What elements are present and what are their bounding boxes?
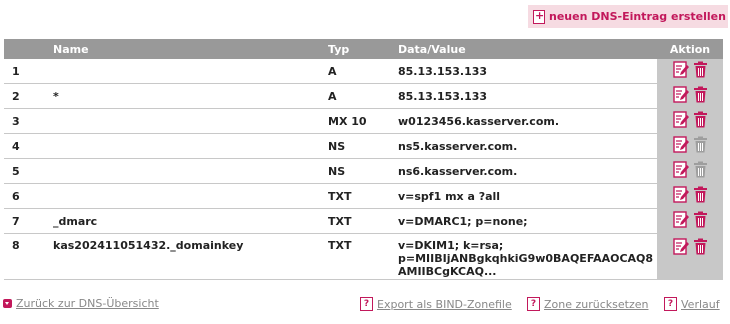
col-typ-header: Typ bbox=[320, 39, 390, 59]
table-header-row: Name Typ Data/Value Aktion bbox=[4, 39, 723, 59]
cell-data-line: AMIIBCgKCAQ... bbox=[398, 265, 497, 278]
cell-aktion bbox=[657, 183, 723, 209]
cell-num: 4 bbox=[4, 133, 45, 159]
help-doc-icon: ? bbox=[527, 297, 540, 311]
cell-data: w0123456.kasserver.com. bbox=[390, 108, 657, 134]
cell-name bbox=[45, 108, 320, 134]
trash-icon[interactable] bbox=[693, 186, 708, 203]
cell-name bbox=[45, 158, 320, 184]
cell-num: 1 bbox=[4, 59, 45, 84]
col-aktion-header: Aktion bbox=[657, 39, 723, 59]
back-to-overview-link[interactable]: Zurück zur DNS-Übersicht bbox=[3, 297, 159, 310]
cell-name: kas202411051432._domainkey bbox=[45, 233, 320, 280]
table-row: 4 NS ns5.kasserver.com. bbox=[4, 133, 723, 159]
cell-name bbox=[45, 133, 320, 159]
edit-icon[interactable] bbox=[672, 186, 689, 203]
edit-icon[interactable] bbox=[672, 61, 689, 78]
new-dns-entry-label: neuen DNS-Eintrag erstellen bbox=[549, 10, 726, 23]
history-link-label[interactable]: Verlauf bbox=[681, 298, 720, 311]
trash-icon bbox=[693, 136, 708, 153]
cell-num: 7 bbox=[4, 208, 45, 234]
edit-icon[interactable] bbox=[672, 161, 689, 178]
cell-data: 85.13.153.133 bbox=[390, 59, 657, 84]
cell-aktion bbox=[657, 208, 723, 234]
table-row: 1 A 85.13.153.133 bbox=[4, 59, 723, 84]
cell-data: ns6.kasserver.com. bbox=[390, 158, 657, 184]
col-name-header: Name bbox=[45, 39, 320, 59]
trash-icon bbox=[693, 161, 708, 178]
cell-data: v=spf1 mx a ?all bbox=[390, 183, 657, 209]
cell-typ: TXT bbox=[320, 208, 390, 234]
edit-icon[interactable] bbox=[672, 111, 689, 128]
reset-zone-link[interactable]: ? Zone zurücksetzen bbox=[527, 297, 648, 311]
cell-aktion bbox=[657, 59, 723, 84]
trash-icon[interactable] bbox=[693, 111, 708, 128]
help-doc-icon: ? bbox=[664, 297, 677, 311]
cell-data-line: p=MIIBIjANBgkqhkiG9w0BAQEFAAOCAQ8 bbox=[398, 252, 654, 265]
table-row: 8 kas202411051432._domainkey TXT v=DKIM1; k… bbox=[4, 233, 723, 280]
trash-icon[interactable] bbox=[693, 61, 708, 78]
trash-icon[interactable] bbox=[693, 238, 708, 255]
cell-num: 5 bbox=[4, 158, 45, 184]
table-row: 5 NS ns6.kasserver.com. bbox=[4, 158, 723, 184]
help-doc-icon: ? bbox=[360, 297, 373, 311]
history-link[interactable]: ? Verlauf bbox=[664, 297, 720, 311]
table-row: 2 * A 85.13.153.133 bbox=[4, 83, 723, 109]
trash-icon[interactable] bbox=[693, 211, 708, 228]
edit-icon[interactable] bbox=[672, 238, 689, 255]
cell-aktion bbox=[657, 108, 723, 134]
table-row: 7 _dmarc TXT v=DMARC1; p=none; bbox=[4, 208, 723, 234]
cell-typ: NS bbox=[320, 158, 390, 184]
cell-aktion bbox=[657, 133, 723, 159]
cell-data: ns5.kasserver.com. bbox=[390, 133, 657, 159]
new-dns-entry-button[interactable]: + neuen DNS-Eintrag erstellen bbox=[528, 5, 728, 28]
cell-typ: A bbox=[320, 59, 390, 84]
trash-icon[interactable] bbox=[693, 86, 708, 103]
cell-aktion bbox=[657, 83, 723, 109]
cell-typ: TXT bbox=[320, 233, 390, 280]
cell-name bbox=[45, 59, 320, 84]
arrow-bullet-icon bbox=[3, 299, 12, 308]
document-plus-icon: + bbox=[533, 8, 545, 24]
cell-typ: A bbox=[320, 83, 390, 109]
cell-num: 2 bbox=[4, 83, 45, 109]
cell-data: 85.13.153.133 bbox=[390, 83, 657, 109]
cell-aktion bbox=[657, 233, 723, 280]
cell-typ: TXT bbox=[320, 183, 390, 209]
cell-data-line: v=DKIM1; k=rsa; bbox=[398, 239, 504, 252]
cell-aktion bbox=[657, 158, 723, 184]
cell-data: v=DMARC1; p=none; bbox=[390, 208, 657, 234]
dns-records-table: Name Typ Data/Value Aktion 1 A 85.13.153.1… bbox=[4, 39, 723, 280]
cell-name: _dmarc bbox=[45, 208, 320, 234]
cell-typ: NS bbox=[320, 133, 390, 159]
export-bind-link[interactable]: ? Export als BIND-Zonefile bbox=[360, 297, 512, 311]
cell-num: 3 bbox=[4, 108, 45, 134]
reset-link-label[interactable]: Zone zurücksetzen bbox=[544, 298, 648, 311]
cell-name bbox=[45, 183, 320, 209]
table-row: 3 MX 10 w0123456.kasserver.com. bbox=[4, 108, 723, 134]
edit-icon[interactable] bbox=[672, 136, 689, 153]
edit-icon[interactable] bbox=[672, 86, 689, 103]
cell-name: * bbox=[45, 83, 320, 109]
table-row: 6 TXT v=spf1 mx a ?all bbox=[4, 183, 723, 209]
col-num-header bbox=[4, 39, 45, 59]
cell-num: 8 bbox=[4, 233, 45, 280]
back-link-label[interactable]: Zurück zur DNS-Übersicht bbox=[16, 297, 159, 310]
cell-num: 6 bbox=[4, 183, 45, 209]
cell-data: v=DKIM1; k=rsa; p=MIIBIjANBgkqhkiG9w0BAQE… bbox=[390, 233, 657, 280]
edit-icon[interactable] bbox=[672, 211, 689, 228]
cell-typ: MX 10 bbox=[320, 108, 390, 134]
export-link-label[interactable]: Export als BIND-Zonefile bbox=[377, 298, 512, 311]
col-data-header: Data/Value bbox=[390, 39, 657, 59]
